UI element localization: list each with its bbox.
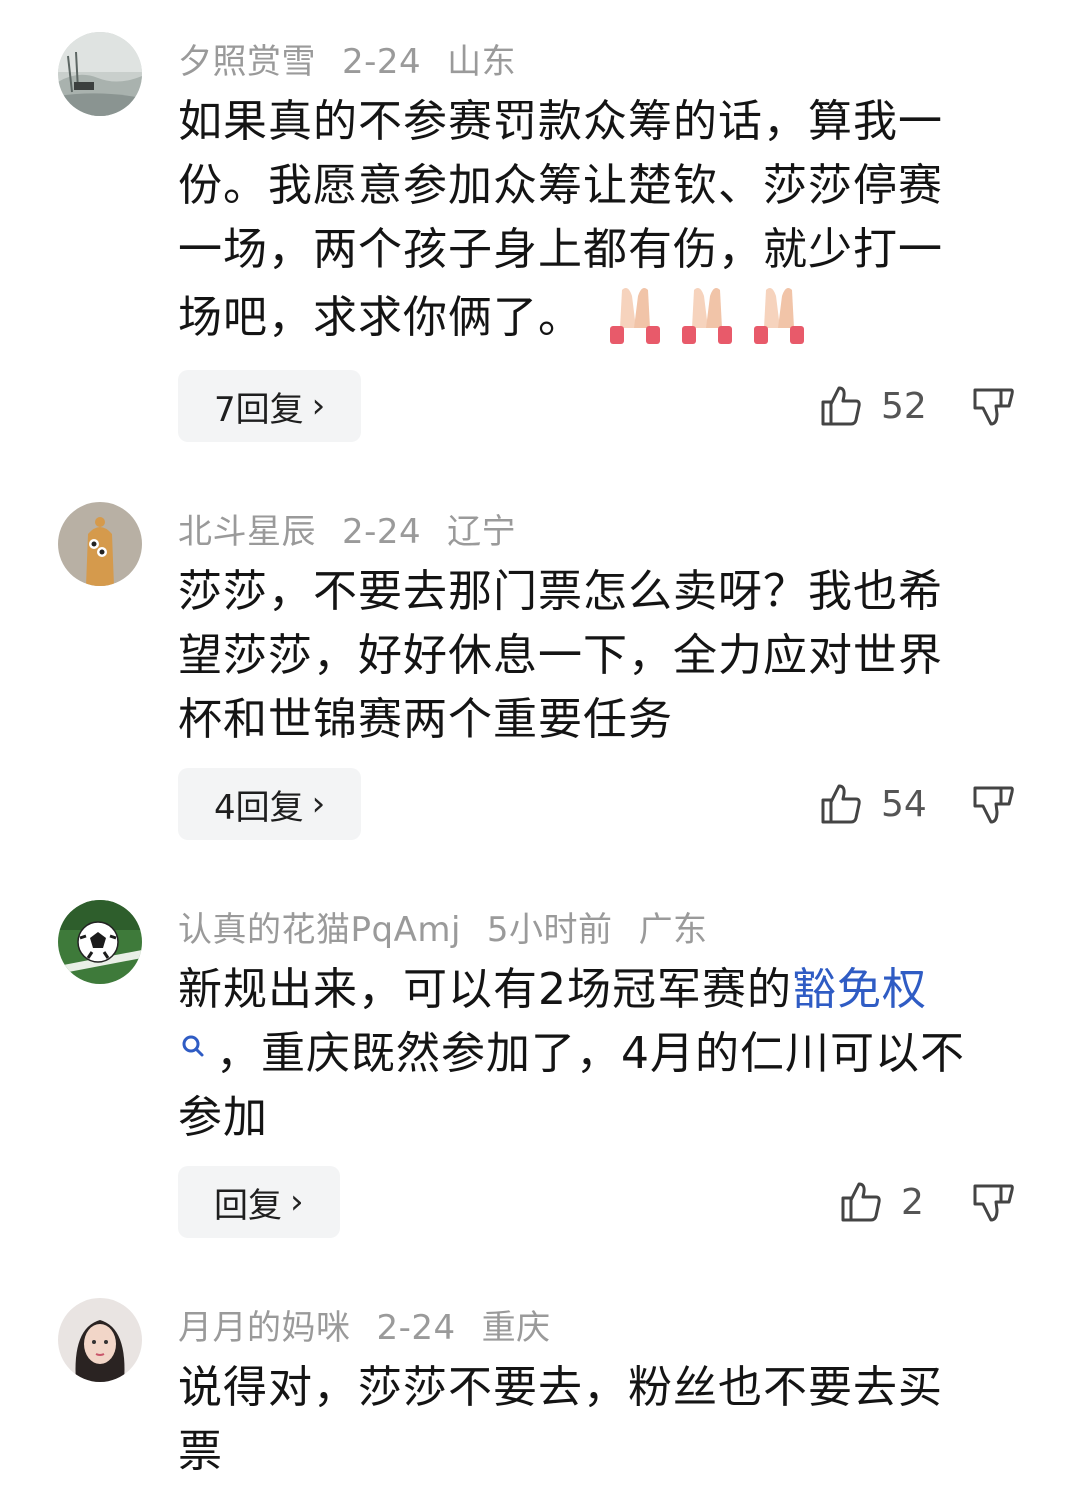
comment-location: 广东: [638, 910, 708, 950]
comment-line: 票: [178, 1426, 223, 1477]
search-icon[interactable]: [178, 1028, 210, 1072]
avatar[interactable]: [58, 1298, 142, 1382]
comment-date: 2-24: [342, 42, 422, 82]
comment-line: 一场，两个孩子身上都有伤，就少打一: [178, 224, 943, 275]
comment-line: 参加: [178, 1092, 268, 1143]
thumbs-up-icon[interactable]: [819, 384, 863, 428]
thumbs-down-icon[interactable]: [971, 1180, 1015, 1224]
comment-line: 份。我愿意参加众筹让楚钦、莎莎停赛: [178, 160, 943, 211]
comment-text: 说得对，莎莎不要去，粉丝也不要去买 票: [178, 1356, 1008, 1484]
comment-location: 重庆: [481, 1308, 551, 1348]
comment-text: 新规出来，可以有2场冠军赛的豁免权 ，重庆既然参加了，4月的仁川可以不 参加: [178, 958, 1008, 1150]
comment-line: ，重庆既然参加了，4月的仁川可以不: [178, 1022, 1008, 1086]
avatar[interactable]: [58, 502, 142, 586]
comment-date: 2-24: [376, 1308, 456, 1348]
reply-label: 4回复: [214, 787, 304, 828]
username[interactable]: 认真的花猫PqAmj: [178, 910, 461, 950]
like-count: 2: [901, 1181, 924, 1223]
comment-meta: 月月的妈咪 2-24 重庆: [178, 1300, 577, 1349]
folded-hands-emoji: [744, 282, 814, 346]
reply-label: 7回复: [214, 389, 304, 430]
avatar[interactable]: [58, 32, 142, 116]
comment-meta: 夕照赏雪 2-24 山东: [178, 34, 542, 83]
thumbs-down-icon[interactable]: [971, 782, 1015, 826]
folded-hands-emoji: [672, 282, 742, 346]
comment-line: 新规出来，可以有2场冠军赛的豁免权: [178, 958, 1008, 1022]
reply-label: 回复: [214, 1185, 282, 1226]
comment-date: 2-24: [342, 512, 422, 552]
comment-line: 场吧，求求你俩了。: [178, 282, 1008, 350]
like-count: 52: [881, 385, 927, 427]
comment-meta: 认真的花猫PqAmj 5小时前 广东: [178, 902, 734, 951]
comment-text: 如果真的不参赛罚款众筹的话，算我一 份。我愿意参加众筹让楚钦、莎莎停赛 一场，两…: [178, 90, 1008, 350]
comment-line: 如果真的不参赛罚款众筹的话，算我一: [178, 96, 943, 147]
chevron-right-icon: ›: [311, 386, 326, 426]
username[interactable]: 北斗星辰: [178, 512, 316, 552]
comment-line-text: ，重庆既然参加了，4月的仁川可以不: [216, 1028, 965, 1079]
keyword-link[interactable]: 豁免权: [792, 964, 927, 1015]
comment-actions: 52: [819, 370, 1015, 442]
comment-line-text: 场吧，求求你俩了。: [178, 292, 583, 343]
thumbs-up-icon[interactable]: [819, 782, 863, 826]
comment-line: 莎莎，不要去那门票怎么卖呀？我也希: [178, 566, 943, 617]
reply-button[interactable]: 回复 ›: [178, 1166, 340, 1238]
comment-text: 莎莎，不要去那门票怎么卖呀？我也希 望莎莎，好好休息一下，全力应对世界 杯和世锦…: [178, 560, 1008, 752]
comment-line: 望莎莎，好好休息一下，全力应对世界: [178, 630, 943, 681]
chevron-right-icon: ›: [311, 784, 326, 824]
comment-location: 辽宁: [447, 512, 517, 552]
chevron-right-icon: ›: [290, 1182, 304, 1222]
comment-actions: 54: [819, 768, 1015, 840]
thumbs-down-icon[interactable]: [971, 384, 1015, 428]
comment-line: 杯和世锦赛两个重要任务: [178, 694, 673, 745]
comment-location: 山东: [447, 42, 517, 82]
username[interactable]: 月月的妈咪: [178, 1308, 351, 1348]
thumbs-up-icon[interactable]: [839, 1180, 883, 1224]
like-count: 54: [881, 783, 927, 825]
comment-line: 说得对，莎莎不要去，粉丝也不要去买: [178, 1362, 943, 1413]
view-replies-button[interactable]: 7回复 ›: [178, 370, 362, 442]
view-replies-button[interactable]: 4回复 ›: [178, 768, 362, 840]
comment-line-text: 新规出来，可以有2场冠军赛的: [178, 964, 792, 1015]
folded-hands-emoji: [600, 282, 670, 346]
comment-meta: 北斗星辰 2-24 辽宁: [178, 504, 542, 553]
username[interactable]: 夕照赏雪: [178, 42, 316, 82]
comment-actions: 2: [839, 1166, 1015, 1238]
comment-date: 5小时前: [486, 910, 613, 950]
avatar[interactable]: [58, 900, 142, 984]
